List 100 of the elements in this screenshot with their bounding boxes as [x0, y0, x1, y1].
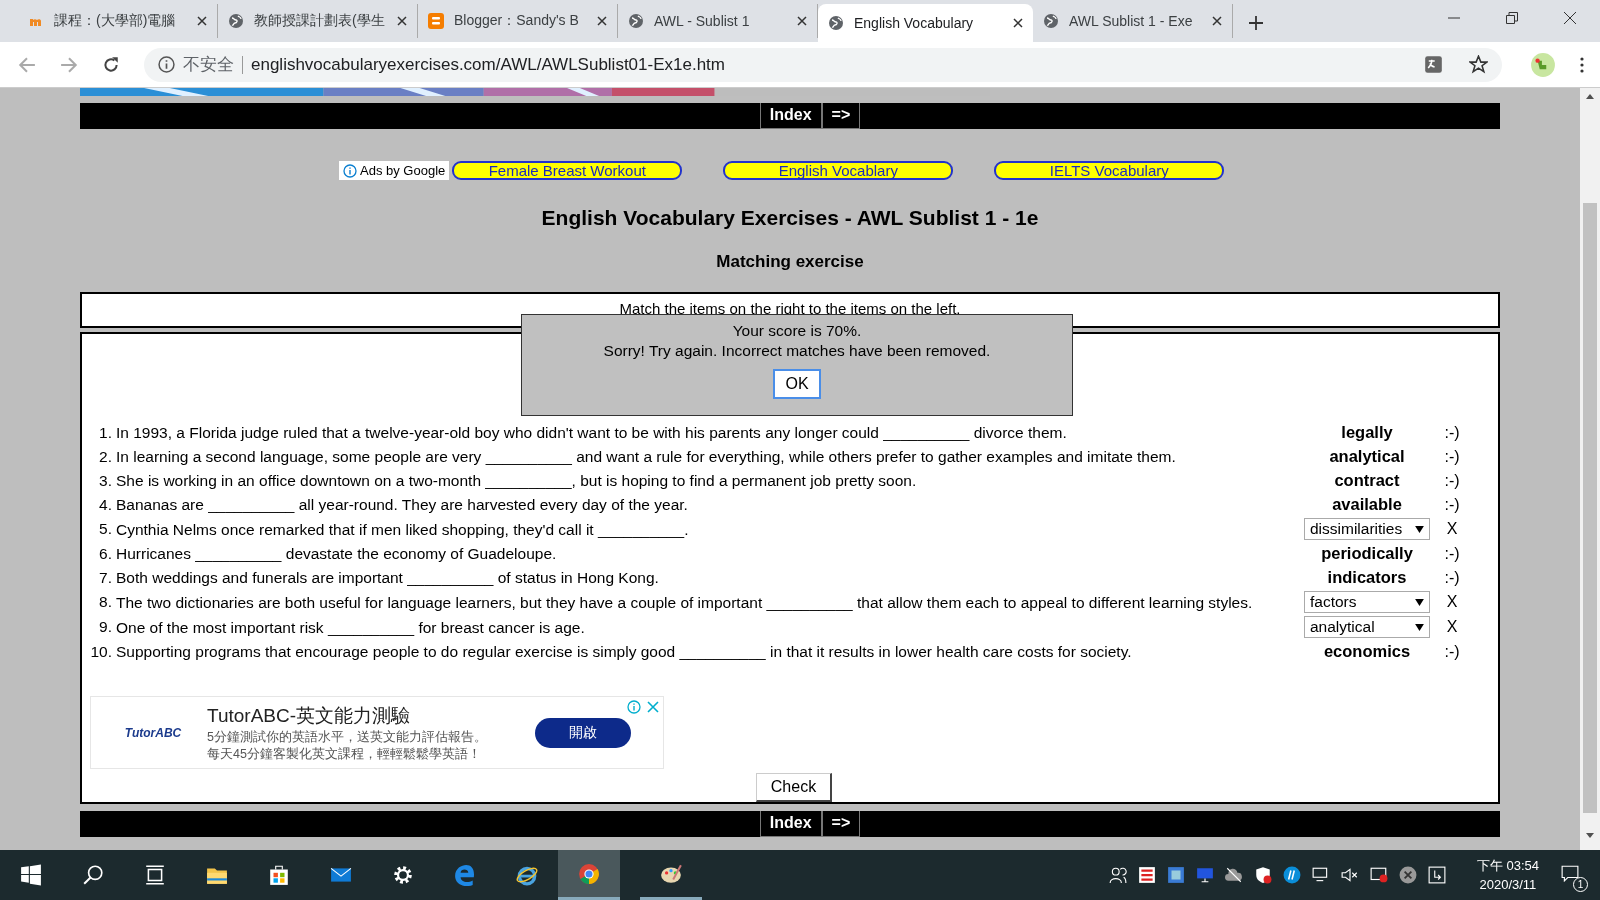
- sentence-text: One of the most important risk __________ for breast cancer is age.: [116, 617, 586, 638]
- answer-dropdown[interactable]: analytical: [1304, 616, 1430, 638]
- correct-mark: :-): [1443, 471, 1461, 490]
- people-icon[interactable]: [1108, 866, 1127, 884]
- close-icon[interactable]: [1013, 18, 1023, 28]
- browser-tab[interactable]: 教師授課計劃表(學生: [218, 4, 418, 38]
- paint-palette-icon: [660, 862, 682, 885]
- item-number: 1.: [98, 423, 113, 442]
- sentence-text: Both weddings and funerals are important __________ of status in Hong Kong.: [116, 568, 660, 588]
- ad-link[interactable]: English Vocablary: [723, 161, 954, 180]
- store-icon[interactable]: [268, 864, 290, 886]
- sentence-text: Bananas are __________ all year-round. They are harvested every day of the year.: [116, 495, 689, 515]
- sentence-text: In learning a second language, some people are very __________ and want a rule for everything, while others prefer to gather examples and imitate them.: [116, 447, 1177, 467]
- item-number: 8.: [98, 593, 113, 611]
- close-icon[interactable]: [1212, 16, 1222, 26]
- close-icon[interactable]: [397, 16, 407, 26]
- windows-start-icon[interactable]: [20, 864, 42, 886]
- security-label: 不安全: [183, 54, 234, 76]
- monitor-icon[interactable]: [1195, 866, 1214, 884]
- sentence-text: The two dictionaries are both useful for language learners, but they have a couple of important __________ that allow them each to appeal to different learning styles.: [116, 592, 1254, 613]
- item-number: 10.: [90, 642, 113, 661]
- info-icon[interactable]: [627, 700, 641, 714]
- hp-icon[interactable]: [1282, 866, 1301, 884]
- ads-by-google-text: Ads by Google: [360, 163, 446, 178]
- translate-icon[interactable]: [1424, 55, 1443, 74]
- browser-tab[interactable]: AWL Sublist 1 - Exe: [1033, 4, 1233, 38]
- clock-date[interactable]: 2020/3/11: [1479, 875, 1537, 894]
- app-tray-icon[interactable]: [1166, 866, 1185, 884]
- ad-link[interactable]: Female Breast Workout: [452, 161, 683, 180]
- correct-mark: :-): [1443, 495, 1461, 514]
- page-subtitle: Matching exercise: [715, 252, 865, 272]
- item-number: 4.: [98, 495, 113, 514]
- new-tab-icon[interactable]: [1249, 16, 1263, 30]
- close-icon[interactable]: [597, 16, 607, 26]
- answer-word: contract: [1333, 471, 1401, 490]
- browser-tab[interactable]: 課程：(大學部)電腦: [18, 4, 218, 38]
- index-link[interactable]: Index: [759, 811, 822, 837]
- search-icon[interactable]: [82, 864, 104, 886]
- muted-speaker-icon[interactable]: [1340, 866, 1359, 884]
- scroll-thumb[interactable]: [1583, 203, 1597, 813]
- notification-count: 1: [1573, 877, 1588, 892]
- page-title: English Vocabulary Exercises - AWL Sublist 1 - 1e: [540, 206, 1040, 230]
- ad-link[interactable]: IELTS Vocabulary: [994, 161, 1225, 180]
- menu-icon[interactable]: [1580, 56, 1584, 73]
- next-link[interactable]: =>: [821, 811, 861, 837]
- answer-dropdown[interactable]: dissimilarities: [1304, 518, 1430, 540]
- url-text: englishvocabularyexercises.com/AWL/AWLSublist01-Ex1e.htm: [251, 54, 725, 75]
- app-tray-icon[interactable]: [1137, 866, 1156, 884]
- close-icon[interactable]: [797, 16, 807, 26]
- internet-explorer-icon[interactable]: [516, 864, 538, 886]
- item-number: 7.: [98, 568, 113, 587]
- edge-icon[interactable]: [454, 864, 476, 886]
- scroll-down-icon[interactable]: [1586, 833, 1594, 838]
- scrollbar[interactable]: [1580, 88, 1600, 850]
- monitor-warning-icon[interactable]: [1369, 866, 1388, 884]
- cloud-icon[interactable]: [1224, 866, 1243, 884]
- shield-icon[interactable]: [1253, 866, 1272, 884]
- browser-tab[interactable]: Blogger：Sandy's B: [418, 4, 618, 38]
- dropdown-arrow-icon: [1415, 623, 1424, 631]
- scroll-up-icon[interactable]: [1586, 94, 1594, 99]
- network-icon[interactable]: [1311, 866, 1330, 884]
- item-number: 2.: [98, 447, 113, 466]
- address-bar[interactable]: 不安全 englishvocabularyexercises.com/AWL/AWLSublist01-Ex1e.htm: [144, 47, 1502, 82]
- browser-tab[interactable]: English Vocabulary: [818, 4, 1033, 42]
- reload-icon[interactable]: [102, 55, 120, 74]
- wrong-mark: X: [1445, 618, 1459, 636]
- tutorabc-logo: TutorABC: [125, 724, 181, 742]
- task-view-icon[interactable]: [144, 864, 166, 886]
- browser-tab[interactable]: AWL - Sublist 1: [618, 4, 818, 38]
- check-button[interactable]: Check: [755, 773, 833, 802]
- item-number: 5.: [98, 520, 113, 538]
- error-icon[interactable]: [1398, 866, 1417, 884]
- open-button[interactable]: 開啟: [535, 717, 631, 748]
- answer-word: periodically: [1320, 544, 1414, 563]
- ad-banner[interactable]: TutorABC TutorABC-英文能力測驗 5分鐘測試你的英語水平，送英文能力評估報告。 每天45分鐘客製化英文課程，輕輕鬆鬆學英語！ 開啟: [90, 696, 664, 769]
- star-icon[interactable]: [1469, 55, 1488, 74]
- ads-label[interactable]: Ads by Google: [339, 161, 450, 180]
- index-link[interactable]: Index: [759, 103, 822, 129]
- input-method-icon[interactable]: [1427, 866, 1446, 884]
- item-number: 6.: [98, 544, 113, 563]
- sentence-text: Supporting programs that encourage people to do regular exercise is simply good __________ in that it results in lower health care costs for society.: [116, 642, 1133, 662]
- answer-word: analytical: [1328, 447, 1406, 466]
- extension-icon[interactable]: [1530, 51, 1556, 78]
- restore-icon[interactable]: [1506, 12, 1518, 24]
- answer-word: economics: [1322, 642, 1412, 661]
- notification-icon[interactable]: [1561, 864, 1579, 882]
- correct-mark: :-): [1443, 642, 1461, 661]
- info-icon: [158, 56, 175, 73]
- ok-button[interactable]: OK: [773, 369, 821, 399]
- dialog-message: Sorry! Try again. Incorrect matches have been removed.: [603, 341, 991, 361]
- settings-icon[interactable]: [392, 864, 414, 886]
- correct-mark: :-): [1443, 447, 1461, 466]
- close-icon[interactable]: [197, 16, 207, 26]
- item-number: 9.: [98, 618, 113, 636]
- sentence-text: Hurricanes __________ devastate the economy of Guadeloupe.: [116, 544, 558, 564]
- close-icon[interactable]: [1564, 12, 1576, 24]
- answer-dropdown[interactable]: factors: [1304, 591, 1430, 613]
- blogger-icon: [428, 13, 444, 29]
- next-link[interactable]: =>: [821, 103, 861, 129]
- clock-time[interactable]: 下午 03:54: [1476, 856, 1539, 875]
